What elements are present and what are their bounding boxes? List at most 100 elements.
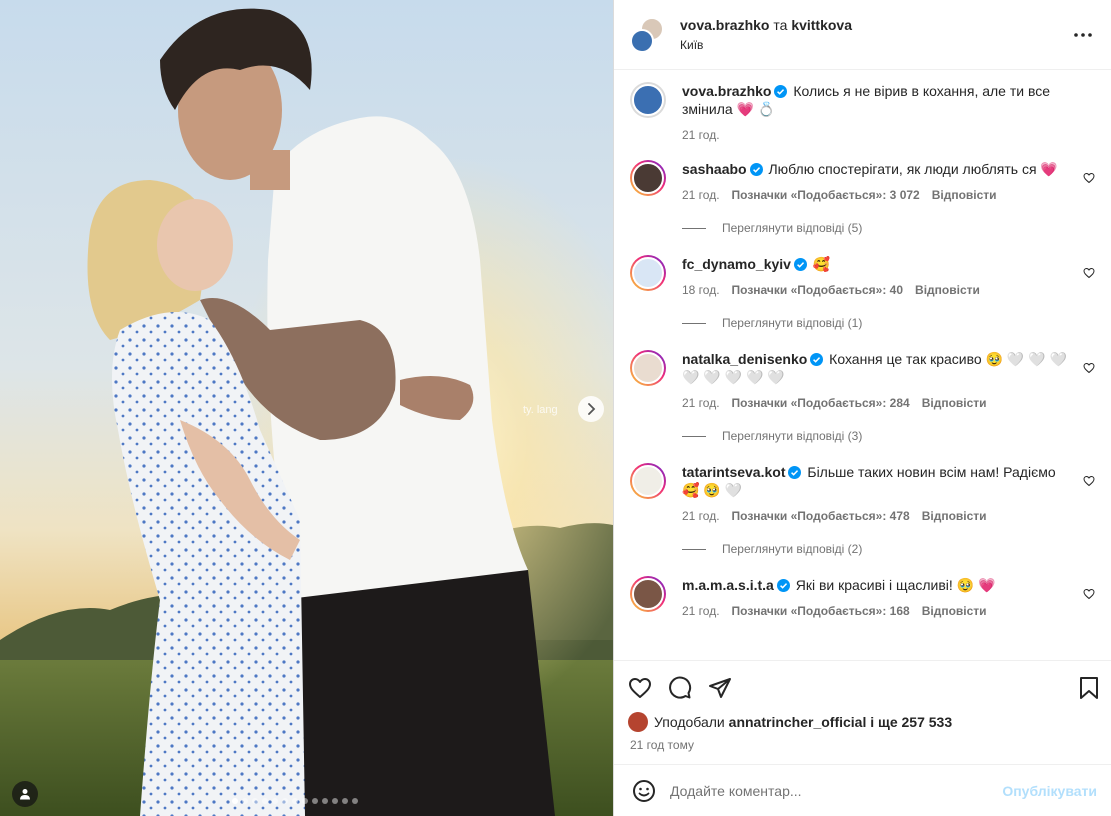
view-replies-button[interactable]: Переглянути відповіді (2)	[682, 542, 1095, 556]
svg-text:ty. lang: ty. lang	[523, 404, 558, 416]
carousel-dot	[322, 798, 328, 804]
collab-conjunction: та	[773, 16, 788, 33]
carousel-dot	[262, 798, 268, 804]
view-replies-button[interactable]: Переглянути відповіді (1)	[682, 316, 1095, 330]
heart-icon[interactable]	[1083, 475, 1095, 487]
comment-time: 21 год.	[682, 509, 720, 523]
author-username[interactable]: vova.brazhko	[680, 17, 769, 33]
heart-icon[interactable]	[1083, 362, 1095, 374]
post-location[interactable]: Київ	[680, 36, 1069, 54]
reply-button[interactable]: Відповісти	[922, 603, 987, 619]
post-author-info: vova.brazhko та kvittkova Київ	[680, 16, 1069, 54]
carousel-dot	[272, 798, 278, 804]
post-actions: Уподобали annatrincher_official і ще 257…	[614, 660, 1111, 764]
likes-summary[interactable]: Уподобали annatrincher_official і ще 257…	[628, 712, 1099, 732]
view-replies-button[interactable]: Переглянути відповіді (3)	[682, 429, 1095, 443]
avatar[interactable]	[630, 82, 666, 118]
comment-time: 18 год.	[682, 283, 720, 297]
comment-likes[interactable]: Позначки «Подобається»: 40	[732, 282, 903, 298]
post-caption: vova.brazhko Колись я не вірив в кохання…	[630, 82, 1095, 143]
publish-button[interactable]: Опублікувати	[1002, 783, 1097, 799]
reply-button[interactable]: Відповісти	[922, 508, 987, 524]
likes-prefix: Уподобали	[654, 714, 725, 730]
post-panel: vova.brazhko та kvittkova Київ vova.braz…	[613, 0, 1111, 816]
carousel-dot	[232, 798, 238, 804]
caption-time: 21 год.	[682, 128, 720, 142]
bookmark-icon	[1080, 677, 1098, 699]
carousel-dot	[352, 798, 358, 804]
avatar[interactable]	[630, 255, 666, 291]
like-button[interactable]	[628, 668, 668, 708]
collab-avatars[interactable]	[630, 16, 666, 53]
comment-input[interactable]	[670, 782, 1003, 799]
more-icon	[1074, 32, 1092, 37]
comment-text: 🥰	[812, 256, 831, 272]
verified-icon	[788, 466, 802, 479]
next-slide-button[interactable]	[578, 396, 604, 422]
likes-user[interactable]: annatrincher_official	[729, 714, 867, 730]
comment-time: 21 год.	[682, 604, 720, 618]
avatar	[630, 28, 654, 53]
chevron-right-icon	[588, 403, 596, 415]
smiley-icon	[633, 779, 655, 802]
heart-icon[interactable]	[1083, 588, 1095, 600]
comment-time: 21 год.	[682, 396, 720, 410]
verified-icon	[774, 85, 788, 98]
heart-icon[interactable]	[1083, 172, 1095, 184]
comment-likes[interactable]: Позначки «Подобається»: 168	[732, 603, 910, 619]
post-time: 21 год тому	[630, 738, 694, 752]
view-replies-label: Переглянути відповіді (1)	[722, 316, 863, 330]
view-replies-label: Переглянути відповіді (2)	[722, 542, 863, 556]
view-replies-label: Переглянути відповіді (3)	[722, 429, 863, 443]
comments-list: vova.brazhko Колись я не вірив в кохання…	[614, 70, 1111, 660]
carousel-dot	[342, 798, 348, 804]
avatar[interactable]	[630, 463, 666, 499]
post-header: vova.brazhko та kvittkova Київ	[614, 0, 1111, 70]
comment-likes[interactable]: Позначки «Подобається»: 284	[732, 395, 910, 411]
carousel-indicator	[232, 798, 358, 804]
avatar[interactable]	[630, 350, 666, 386]
caption-username[interactable]: vova.brazhko	[682, 83, 771, 99]
comment-username[interactable]: fc_dynamo_kyiv	[682, 256, 791, 272]
view-replies-button[interactable]: Переглянути відповіді (5)	[682, 221, 1095, 235]
user-icon	[20, 789, 30, 800]
comment-text: Які ви красиві і щасливі! 🥹 💗	[795, 577, 996, 593]
comment-button[interactable]	[668, 668, 708, 708]
carousel-dot	[282, 798, 288, 804]
add-comment-bar: Опублікувати	[614, 764, 1111, 816]
save-button[interactable]	[1059, 668, 1099, 708]
avatar[interactable]	[630, 576, 666, 612]
comment-username[interactable]: tatarintseva.kot	[682, 464, 785, 480]
reply-button[interactable]: Відповісти	[932, 187, 997, 203]
likes-count[interactable]: і ще 257 533	[870, 714, 952, 730]
comment-item: tatarintseva.kot Більше таких новин всім…	[630, 463, 1095, 524]
comment-username[interactable]: m.a.m.a.s.i.t.a	[682, 577, 774, 593]
verified-icon	[776, 579, 790, 592]
avatar[interactable]	[630, 160, 666, 196]
verified-icon	[749, 163, 763, 176]
share-button[interactable]	[708, 668, 748, 708]
collab-username[interactable]: kvittkova	[791, 17, 852, 33]
comment-likes[interactable]: Позначки «Подобається»: 3 072	[732, 187, 920, 203]
comment-item: fc_dynamo_kyiv 🥰 18 год. Позначки «Подоб…	[630, 255, 1095, 298]
emoji-button[interactable]	[630, 777, 658, 805]
comment-item: m.a.m.a.s.i.t.a Які ви красиві і щасливі…	[630, 576, 1095, 619]
comment-time: 21 год.	[682, 188, 720, 202]
post-photo: ty. lang	[0, 0, 613, 816]
post-media: ty. lang	[0, 0, 613, 816]
heart-icon	[629, 678, 651, 698]
comment-username[interactable]: sashaabo	[682, 161, 747, 177]
tagged-users-button[interactable]	[12, 781, 38, 807]
comment-icon	[669, 676, 692, 699]
heart-icon[interactable]	[1083, 267, 1095, 279]
post-viewer: ty. lang vova.brazhko та kvittkova Київ …	[0, 0, 1111, 816]
comment-item: natalka_denisenko Кохання це так красиво…	[630, 350, 1095, 411]
carousel-dot	[242, 798, 248, 804]
more-options-button[interactable]	[1069, 21, 1097, 49]
carousel-dot	[292, 798, 298, 804]
comment-likes[interactable]: Позначки «Подобається»: 478	[732, 508, 910, 524]
reply-button[interactable]: Відповісти	[915, 282, 980, 298]
reply-button[interactable]: Відповісти	[922, 395, 987, 411]
carousel-dot	[302, 798, 308, 804]
comment-username[interactable]: natalka_denisenko	[682, 351, 807, 367]
